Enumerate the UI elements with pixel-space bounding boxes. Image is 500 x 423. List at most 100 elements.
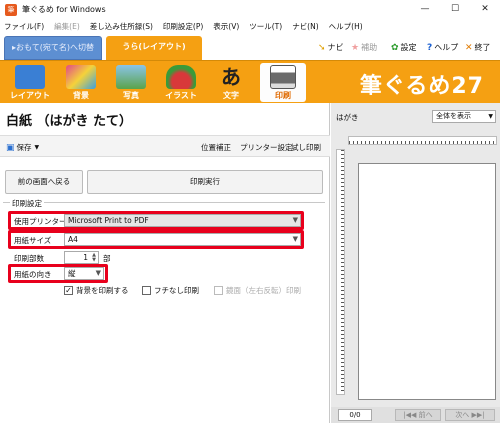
print-background-checkbox[interactable]: ✓ 背景を印刷する [64,285,129,296]
menu-help[interactable]: ヘルプ(H) [329,21,363,32]
minimize-button[interactable]: — [410,0,440,19]
menu-edit[interactable]: 編集(E) [54,21,80,32]
print-background-label: 背景を印刷する [76,286,129,295]
printer-label: 使用プリンター [14,217,67,226]
mirror-print-checkbox[interactable]: 鏡面（左右反転）印刷 [214,285,301,296]
layout-icon [15,65,45,89]
borderless-checkbox[interactable]: フチなし印刷 [142,285,199,296]
copies-stepper[interactable]: 1 ▲ ▼ [64,251,99,264]
back-button[interactable]: 前の画面へ戻る [5,170,83,194]
chevron-down-icon: ▼ [95,269,101,277]
mirror-print-label: 鏡面（左右反転）印刷 [226,286,301,295]
illustration-icon [166,65,196,89]
star-icon: ★ [351,42,360,53]
printer-settings-button[interactable]: プリンター設定 [240,142,293,153]
chevron-down-icon: ▼ [292,235,298,243]
next-page-button[interactable]: 次へ ▶▶| [445,409,495,421]
background-icon [66,65,96,89]
checkbox-box [142,286,151,295]
chevron-down-icon: ▼ [34,144,40,151]
menu-view[interactable]: 表示(V) [213,21,239,32]
vertical-ruler [336,149,345,395]
question-icon: ? [427,42,433,53]
ribbon-photo-button[interactable]: 写真 [108,63,154,102]
postcard-preview [358,163,496,400]
navi-label: ナビ [327,43,344,52]
ribbon-background-label: 背景 [73,91,89,100]
stepper-arrows-icon: ▲ ▼ [92,252,96,263]
photo-icon [116,65,146,89]
save-label: 保存 [16,143,32,152]
menu-navi[interactable]: ナビ(N) [292,21,318,32]
prev-page-button[interactable]: |◀◀ 前へ [395,409,441,421]
zoom-select[interactable]: 全体を表示 ▼ [432,110,496,123]
help-label: ヘルプ [434,43,459,52]
horizontal-ruler [348,136,497,145]
help-button[interactable]: ? ヘルプ [427,42,458,53]
menu-address-merge[interactable]: 差し込み住所録(S) [90,21,153,32]
tab-row: ▸おもて(宛て名)へ切替 うら(レイアウト) ➘ ナビ ★ 補助 ✿ 設定 ? … [0,33,500,60]
orientation-select[interactable]: 縦 ▼ [64,267,104,280]
printer-icon [270,65,296,89]
title-bar: 筆 筆ぐるめ for Windows — ☐ ✕ [0,0,500,19]
copies-value: 1 [83,253,88,262]
brand-logo: 筆ぐるめ27 [359,74,484,99]
ribbon-photo-label: 写真 [123,91,139,100]
ribbon-layout-label: レイアウト [10,91,50,100]
test-print-button[interactable]: 試し印刷 [291,142,321,153]
ribbon-illustration-button[interactable]: イラスト [158,63,204,102]
maximize-button[interactable]: ☐ [440,0,470,19]
position-correction-button[interactable]: 位置補正 [201,142,231,153]
save-button[interactable]: ▣ 保存 ▼ [6,142,39,153]
menu-file[interactable]: ファイル(F) [4,21,44,32]
exit-button[interactable]: ✕ 終了 [465,42,491,53]
text-icon: あ [221,65,241,89]
print-execute-button[interactable]: 印刷実行 [87,170,323,194]
ribbon: レイアウト 背景 写真 イラスト あ 文字 印刷 筆ぐるめ27 [0,60,500,103]
borderless-label: フチなし印刷 [154,286,199,295]
close-button[interactable]: ✕ [470,0,500,19]
ribbon-print-button[interactable]: 印刷 [260,63,306,102]
page-title: 白紙 （はがき たて） [6,114,133,129]
print-settings-group: 印刷設定 使用プリンター Microsoft Print to PDF ▼ 用紙… [3,198,325,423]
ribbon-layout-button[interactable]: レイアウト [7,63,53,102]
tab-back-layout[interactable]: うら(レイアウト) [106,36,202,60]
copies-unit: 部 [103,254,111,263]
cursor-icon: ➘ [318,42,326,53]
menu-tools[interactable]: ツール(T) [249,21,282,32]
paper-size-value: A4 [68,235,78,244]
orientation-value: 縦 [68,269,76,278]
assist-label: 補助 [361,43,378,52]
panel-toolbar: ▣ 保存 ▼ 位置補正 プリンター設定 試し印刷 [0,135,330,157]
save-icon: ▣ [6,142,15,153]
settings-button[interactable]: ✿ 設定 [391,42,417,53]
menu-bar: ファイル(F) 編集(E) 差し込み住所録(S) 印刷設定(P) 表示(V) ツ… [0,19,500,33]
navi-button[interactable]: ➘ ナビ [318,42,344,53]
ribbon-illustration-label: イラスト [165,91,197,100]
ribbon-text-button[interactable]: あ 文字 [208,63,254,102]
gear-icon: ✿ [391,42,399,53]
page-count: 0/0 [338,409,372,421]
tab-front-address[interactable]: ▸おもて(宛て名)へ切替 [4,36,102,60]
check-icon: ✓ [64,286,73,295]
page-nav-bar: 0/0 |◀◀ 前へ 次へ ▶▶| [331,407,500,423]
copies-label: 印刷部数 [14,254,44,263]
printer-value: Microsoft Print to PDF [68,216,149,225]
ribbon-print-label: 印刷 [275,91,291,100]
ribbon-background-button[interactable]: 背景 [58,63,104,102]
zoom-value: 全体を表示 [436,112,471,120]
assist-button[interactable]: ★ 補助 [351,42,377,53]
chevron-down-icon: ▼ [292,216,298,224]
menu-print-settings[interactable]: 印刷設定(P) [163,21,203,32]
preview-label: はがき [336,113,359,122]
exit-icon: ✕ [465,42,473,53]
exit-label: 終了 [474,43,491,52]
printer-select[interactable]: Microsoft Print to PDF ▼ [64,214,301,227]
print-panel: 白紙 （はがき たて） ▣ 保存 ▼ 位置補正 プリンター設定 試し印刷 前の画… [0,103,330,423]
preview-panel: はがき 全体を表示 ▼ 0/0 |◀◀ 前へ 次へ ▶▶| [331,103,500,423]
ribbon-text-label: 文字 [223,91,239,100]
settings-label: 設定 [400,43,417,52]
chevron-down-icon: ▼ [488,113,493,120]
paper-size-select[interactable]: A4 ▼ [64,233,301,246]
paper-size-label: 用紙サイズ [14,236,52,245]
